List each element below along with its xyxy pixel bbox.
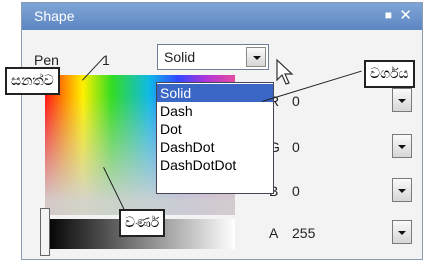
chevron-down-icon (398, 189, 406, 193)
callout-thickness: සනත්ව (5, 67, 60, 95)
g-value[interactable]: 0 (292, 139, 300, 155)
dropdown-button[interactable] (246, 47, 266, 67)
a-dropdown-button[interactable] (392, 220, 412, 244)
b-value[interactable]: 0 (292, 183, 300, 199)
a-label: A (269, 225, 279, 241)
chevron-down-icon (398, 231, 406, 235)
pen-style-dropdown-list: Solid Dash Dot DashDot DashDotDot (156, 82, 274, 194)
dropdown-option-solid[interactable]: Solid (157, 84, 273, 102)
panel-title: Shape (34, 8, 75, 24)
pen-style-value: Solid (164, 49, 196, 65)
dropdown-option-dash[interactable]: Dash (157, 102, 273, 120)
dropdown-option-dot[interactable]: Dot (157, 120, 273, 138)
shape-panel: Shape ■ ✕ Pen 1 Solid R 0 G 0 B 0 A 255 … (21, 2, 423, 260)
callout-type: වර්ගය (364, 60, 415, 88)
brightness-slider-handle[interactable] (40, 208, 50, 256)
b-dropdown-button[interactable] (392, 178, 412, 202)
g-dropdown-button[interactable] (392, 134, 412, 158)
dropdown-option-dashdotdot[interactable]: DashDotDot (157, 156, 273, 174)
pen-style-combobox[interactable]: Solid (157, 44, 269, 70)
title-bar: Shape ■ ✕ (22, 3, 422, 30)
mouse-pointer-icon (276, 58, 294, 85)
chevron-down-icon (398, 99, 406, 103)
close-icon[interactable]: ✕ (399, 6, 412, 24)
a-value[interactable]: 255 (292, 225, 315, 241)
pen-width-value[interactable]: 1 (102, 52, 110, 68)
pin-icon[interactable]: ■ (385, 8, 392, 22)
r-dropdown-button[interactable] (392, 88, 412, 112)
chevron-down-icon (398, 145, 406, 149)
dropdown-option-dashdot[interactable]: DashDot (157, 138, 273, 156)
r-value[interactable]: 0 (292, 93, 300, 109)
callout-color: වර්ණ (119, 209, 166, 237)
chevron-down-icon (253, 56, 261, 60)
pen-label: Pen (34, 52, 59, 68)
